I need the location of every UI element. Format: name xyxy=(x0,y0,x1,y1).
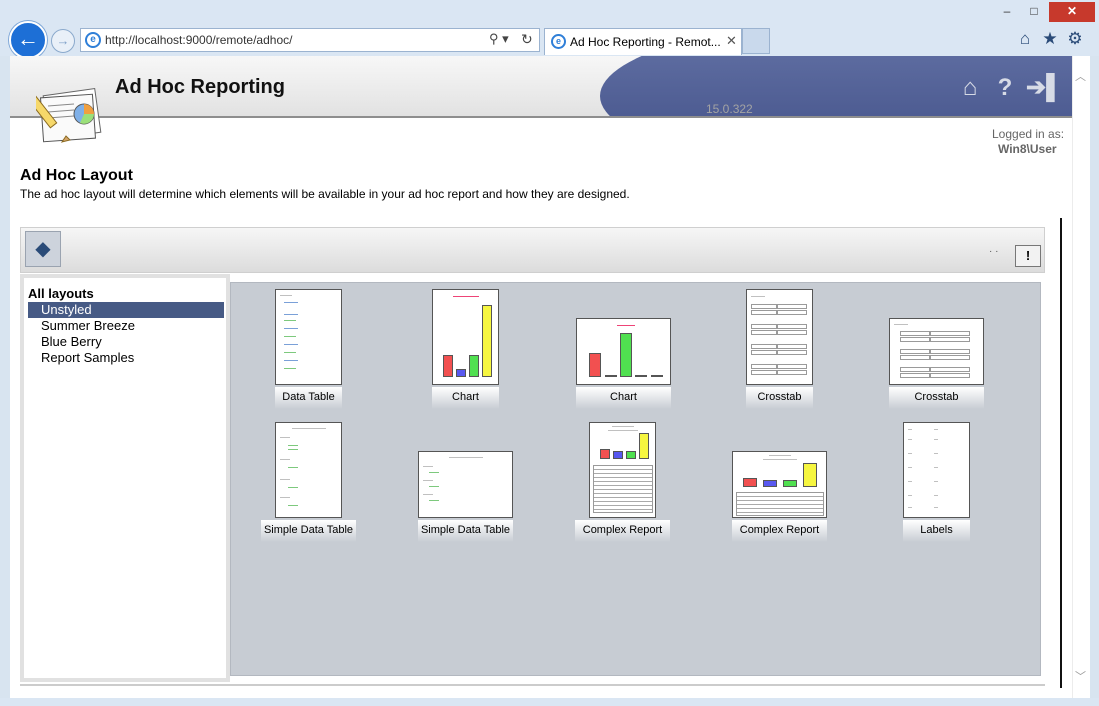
browser-tab[interactable]: e Ad Hoc Reporting - Remot... ✕ xyxy=(544,28,742,55)
toolbar-dots: · · xyxy=(989,246,999,257)
forward-button[interactable]: → xyxy=(51,29,75,53)
info-button[interactable]: ! xyxy=(1015,245,1041,267)
scroll-up-icon[interactable]: ︿ xyxy=(1075,68,1086,84)
layout-thumb-crosstab[interactable] xyxy=(746,289,813,385)
home-icon[interactable]: ⌂ xyxy=(955,74,985,102)
layout-thumb-simple-data-table[interactable] xyxy=(275,422,342,518)
layout-label[interactable]: Simple Data Table xyxy=(261,520,356,542)
panel-bottom-border xyxy=(20,684,1045,686)
layout-thumb-chart-landscape[interactable] xyxy=(576,318,671,385)
layout-gem-icon[interactable]: ◆ xyxy=(25,231,61,267)
address-bar[interactable]: e http://localhost:9000/remote/adhoc/ ⚲ … xyxy=(80,28,540,52)
layout-thumbnail-grid: Data Table Chart Chart Crosstab Crosstab… xyxy=(230,282,1041,676)
page-viewport: Ad Hoc Reporting 15.0.322 ⌂ ? ➔▌ Logged … xyxy=(10,56,1072,698)
maximize-button[interactable]: □ xyxy=(1022,2,1046,22)
browser-home-icon[interactable]: ⌂ xyxy=(1014,28,1036,50)
layout-thumb-labels[interactable] xyxy=(903,422,970,518)
favorites-star-icon[interactable]: ★ xyxy=(1039,28,1061,50)
layout-label[interactable]: Chart xyxy=(576,387,671,409)
app-version: 15.0.322 xyxy=(706,102,753,116)
logged-in-user: Win8\User xyxy=(998,142,1057,156)
scroll-down-icon[interactable]: ﹀ xyxy=(1075,668,1086,684)
browser-chrome: – □ ✕ ← → e http://localhost:9000/remote… xyxy=(0,0,1099,59)
tab-title: Ad Hoc Reporting - Remot... xyxy=(570,35,721,49)
category-unstyled[interactable]: Unstyled xyxy=(28,302,224,318)
layout-category-list: All layouts Unstyled Summer Breeze Blue … xyxy=(20,274,230,682)
ie-tab-icon: e xyxy=(551,34,566,49)
page-description: The ad hoc layout will determine which e… xyxy=(20,187,630,201)
layout-thumb-data-table[interactable] xyxy=(275,289,342,385)
all-layouts-heading[interactable]: All layouts xyxy=(28,286,94,301)
app-title: Ad Hoc Reporting xyxy=(115,76,285,98)
page-scrollbar[interactable]: ︿ ﹀ xyxy=(1072,56,1090,698)
search-icon[interactable]: ⚲ ▾ xyxy=(489,31,509,47)
minimize-button[interactable]: – xyxy=(995,2,1019,22)
category-blue-berry[interactable]: Blue Berry xyxy=(28,334,224,350)
panel-divider xyxy=(1060,218,1062,688)
help-icon[interactable]: ? xyxy=(990,74,1020,102)
layout-label[interactable]: Crosstab xyxy=(889,387,984,409)
report-logo-icon xyxy=(36,87,102,143)
address-url[interactable]: http://localhost:9000/remote/adhoc/ xyxy=(105,33,292,47)
close-window-button[interactable]: ✕ xyxy=(1049,2,1095,22)
layout-label[interactable]: Simple Data Table xyxy=(418,520,513,542)
layout-label[interactable]: Data Table xyxy=(275,387,342,409)
close-tab-icon[interactable]: ✕ xyxy=(726,33,737,49)
back-button[interactable]: ← xyxy=(9,21,47,59)
layout-thumb-complex-report-landscape[interactable] xyxy=(732,451,827,518)
layout-label[interactable]: Labels xyxy=(903,520,970,542)
category-report-samples[interactable]: Report Samples xyxy=(28,350,224,366)
layout-thumb-crosstab-landscape[interactable] xyxy=(889,318,984,385)
category-summer-breeze[interactable]: Summer Breeze xyxy=(28,318,224,334)
layout-label[interactable]: Complex Report xyxy=(732,520,827,542)
layout-label[interactable]: Complex Report xyxy=(575,520,670,542)
layout-thumb-complex-report[interactable] xyxy=(589,422,656,518)
window-bottom-border xyxy=(0,698,1099,706)
page-title: Ad Hoc Layout xyxy=(20,167,133,184)
layout-thumb-simple-data-table-landscape[interactable] xyxy=(418,451,513,518)
refresh-icon[interactable]: ↻ xyxy=(521,31,533,48)
gear-icon[interactable]: ⚙ xyxy=(1064,28,1086,50)
app-header: Ad Hoc Reporting 15.0.322 ⌂ ? ➔▌ xyxy=(10,56,1072,118)
layout-label[interactable]: Chart xyxy=(432,387,499,409)
ie-icon: e xyxy=(85,32,101,48)
logged-in-label: Logged in as: xyxy=(992,127,1065,141)
layout-label[interactable]: Crosstab xyxy=(746,387,813,409)
layout-thumb-chart[interactable] xyxy=(432,289,499,385)
layout-toolbar: ◆ · · ! xyxy=(20,227,1045,273)
new-tab-button[interactable] xyxy=(742,28,770,54)
logout-icon[interactable]: ➔▌ xyxy=(1026,74,1063,102)
